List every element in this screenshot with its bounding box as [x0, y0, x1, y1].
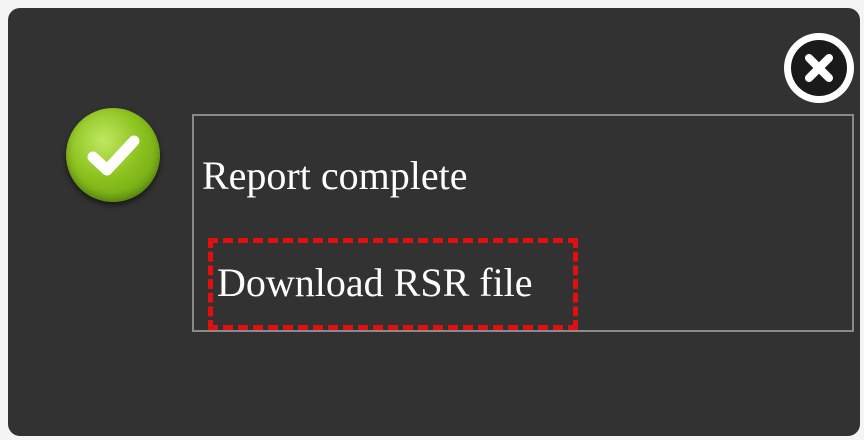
download-link-label: Download RSR file: [217, 260, 533, 305]
check-circle-icon: [66, 108, 160, 202]
close-icon: [791, 40, 847, 96]
download-rsr-file-link[interactable]: Download RSR file: [208, 238, 578, 330]
message-box: Report complete Download RSR file: [192, 114, 854, 332]
report-complete-dialog: Report complete Download RSR file: [8, 8, 860, 436]
close-button[interactable]: [784, 33, 854, 103]
status-message: Report complete: [202, 153, 468, 198]
